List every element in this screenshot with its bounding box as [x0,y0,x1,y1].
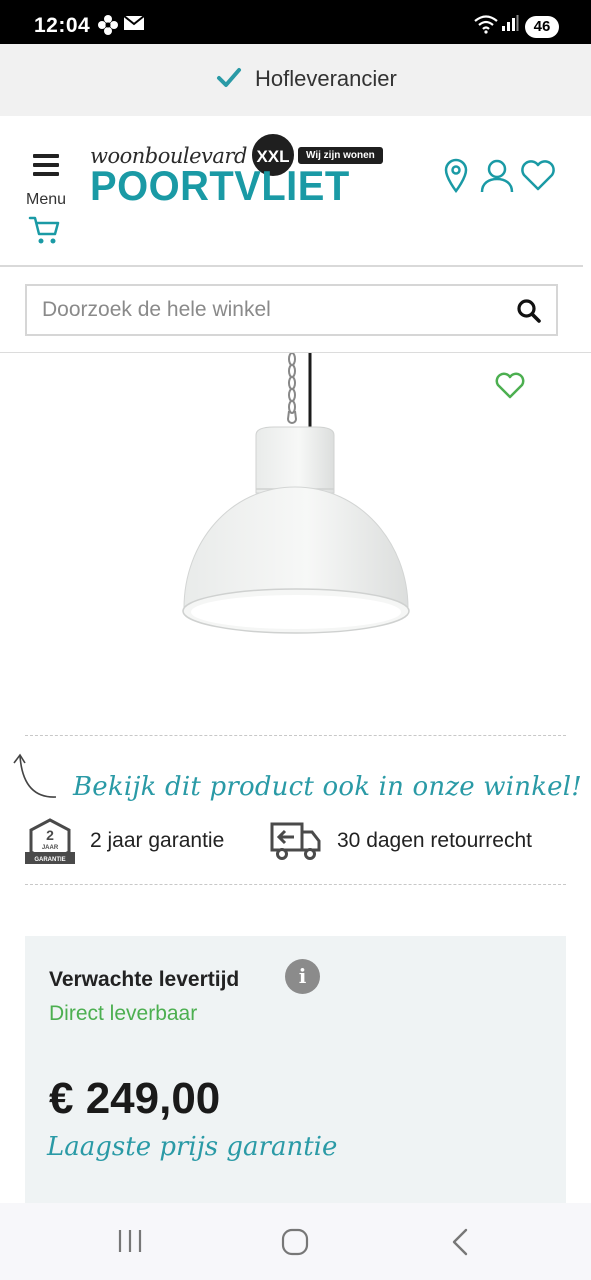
info-icon[interactable]: i [285,959,320,994]
back-icon[interactable] [448,1227,472,1257]
menu-button[interactable]: Menu [22,146,72,216]
guarantee-badge-icon: 2 JAAR GARANTIE [25,818,75,864]
badge-sub: GARANTIE [34,857,65,863]
home-icon[interactable] [280,1227,310,1257]
delivery-label: Verwachte levertijd [49,968,240,991]
search-field[interactable]: Doorzoek de hele winkel [25,284,558,336]
battery-indicator: 46 [525,16,559,38]
availability-status: Direct leverbaar [49,1002,198,1025]
wifi-icon [474,15,498,34]
status-time: 12:04 [34,14,91,37]
logo-big-text: POORTVLIET [90,162,350,209]
badge-word: JAAR [42,845,59,851]
site-header: Menu woonboulevard XXL Wij zijn wonen PO… [0,116,591,268]
store-cta-text: Bekijk dit product ook in onze winkel! [73,772,582,802]
menu-label: Menu [25,191,67,208]
divider-bottom [25,884,566,885]
brand-logo[interactable]: woonboulevard XXL Wij zijn wonen POORTVL… [90,130,390,210]
cart-icon[interactable] [28,214,62,246]
status-bar: 12:04 46 [0,0,591,44]
return-truck-icon [270,822,321,860]
product-wishlist-heart-icon[interactable] [494,372,526,400]
system-nav-bar [0,1203,591,1280]
usp-returns-text: 30 dagen retourrecht [337,829,532,852]
mail-icon [123,15,145,30]
recent-apps-icon[interactable] [116,1227,144,1255]
signal-icon [502,15,519,31]
user-account-icon[interactable] [479,158,515,194]
top-banner: Hofleverancier [0,44,591,116]
usp-warranty-text: 2 jaar garantie [90,829,225,852]
product-image-pendant-lamp[interactable] [160,353,430,643]
divider-top [25,735,566,736]
location-pin-icon[interactable] [443,158,469,194]
flower-icon [98,15,118,35]
curved-arrow-icon [13,753,57,798]
hamburger-icon [33,154,59,181]
price-guarantee-text: Laagste prijs garantie [47,1132,338,1162]
wishlist-heart-icon[interactable] [520,158,556,192]
header-divider [0,265,583,267]
product-price: € 249,00 [49,1074,221,1123]
search-placeholder: Doorzoek de hele winkel [42,298,271,321]
banner-text: Hofleverancier [255,66,397,91]
search-icon[interactable] [516,298,542,324]
badge-number: 2 [46,827,54,843]
checkmark-icon [217,68,241,87]
delivery-price-box: Verwachte levertijd i Direct leverbaar €… [25,936,566,1204]
